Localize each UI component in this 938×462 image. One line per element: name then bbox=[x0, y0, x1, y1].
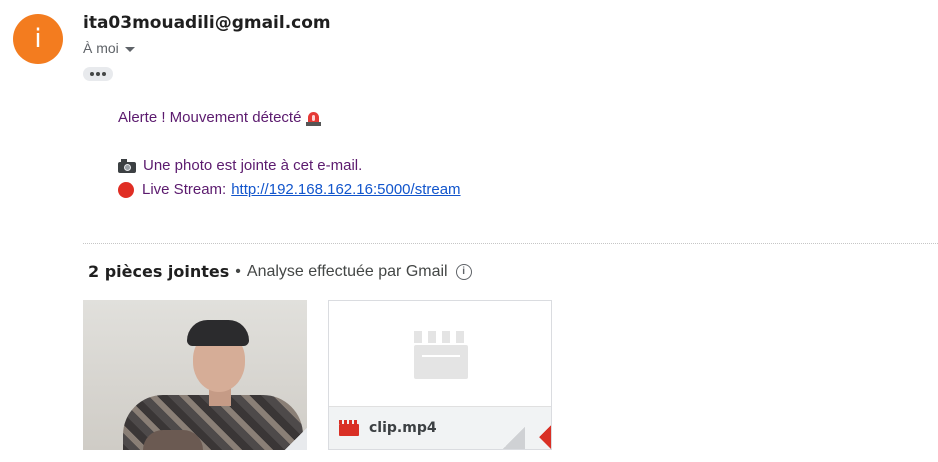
scan-label: Analyse effectuée par Gmail bbox=[246, 262, 448, 280]
sender-avatar[interactable]: i bbox=[13, 14, 63, 64]
clapperboard-icon bbox=[414, 331, 468, 379]
stream-line: Live Stream: http://192.168.162.16:5000/… bbox=[118, 178, 461, 202]
attachment-footer: clip.mp4 bbox=[329, 406, 551, 449]
attachments-count: 2 pièces jointes bbox=[88, 262, 230, 281]
photo-text: Une photo est jointe à cet e-mail. bbox=[143, 157, 363, 174]
show-trimmed-content-button[interactable] bbox=[83, 67, 113, 81]
recipient-label: À moi bbox=[83, 40, 119, 56]
page-fold-icon bbox=[503, 427, 525, 449]
red-circle-icon bbox=[118, 182, 134, 198]
siren-icon bbox=[306, 110, 322, 126]
file-type-corner-icon bbox=[527, 425, 551, 449]
video-file-icon bbox=[339, 420, 359, 436]
photo-line: Une photo est jointe à cet e-mail. bbox=[118, 154, 461, 178]
separator-dot: • bbox=[235, 262, 241, 280]
more-icon bbox=[90, 72, 94, 76]
sender-email[interactable]: ita03mouadili@gmail.com bbox=[83, 13, 331, 33]
stream-label: Live Stream: bbox=[142, 181, 227, 198]
attachment-file-name: clip.mp4 bbox=[369, 420, 437, 436]
stream-link[interactable]: http://192.168.162.16:5000/stream bbox=[231, 178, 460, 202]
attachments-header: 2 pièces jointes • Analyse effectuée par… bbox=[88, 262, 472, 281]
recipient-details-toggle[interactable]: À moi bbox=[83, 40, 135, 56]
chevron-down-icon[interactable] bbox=[124, 46, 135, 52]
alert-text: Alerte ! Mouvement détecté bbox=[118, 109, 302, 126]
alert-line: Alerte ! Mouvement détecté bbox=[118, 106, 461, 130]
info-icon[interactable]: i bbox=[455, 263, 472, 280]
attachment-video-card[interactable]: clip.mp4 bbox=[328, 300, 552, 450]
attachment-image-thumbnail[interactable] bbox=[83, 300, 307, 450]
camera-icon bbox=[118, 159, 136, 173]
page-fold-icon bbox=[285, 428, 307, 450]
attachments-divider bbox=[83, 243, 938, 244]
message-body: Alerte ! Mouvement détecté Une photo est… bbox=[118, 106, 461, 202]
